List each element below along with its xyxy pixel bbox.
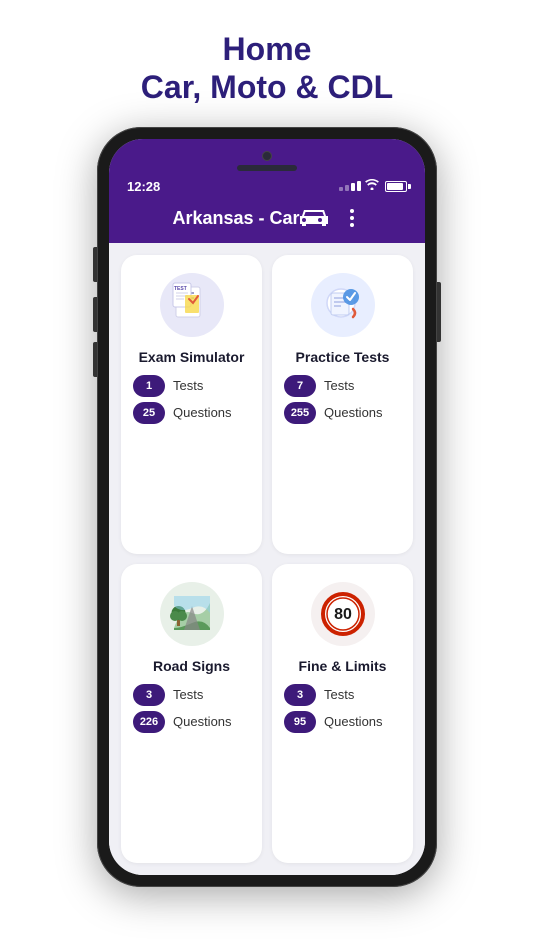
road-signs-icon-area <box>156 578 228 650</box>
page-title: Home Car, Moto & CDL <box>141 30 393 107</box>
fine-limits-stats: 3 Tests 95 Questions <box>284 684 401 733</box>
exam-simulator-questions-row: 25 Questions <box>133 402 250 424</box>
road-signs-tests-label: Tests <box>173 687 203 702</box>
road-signs-label: Road Signs <box>153 658 230 674</box>
road-signs-questions-label: Questions <box>173 714 232 729</box>
exam-simulator-label: Exam Simulator <box>139 349 245 365</box>
svg-text:TEST: TEST <box>174 286 187 292</box>
road-signs-card[interactable]: Road Signs 3 Tests 226 Questions <box>121 564 262 863</box>
practice-tests-icon <box>307 269 379 341</box>
practice-tests-tests-label: Tests <box>324 378 354 393</box>
practice-tests-questions-badge: 255 <box>284 402 316 424</box>
practice-tests-icon-area <box>307 269 379 341</box>
phone-frame: 12:28 <box>97 127 437 887</box>
app-content-grid: TEST Exam Simulator 1 Tests 2 <box>109 243 425 875</box>
exam-simulator-tests-badge: 1 <box>133 375 165 397</box>
fine-limits-tests-label: Tests <box>324 687 354 702</box>
phone-screen: 12:28 <box>109 139 425 875</box>
practice-tests-tests-badge: 7 <box>284 375 316 397</box>
exam-simulator-tests-row: 1 Tests <box>133 375 250 397</box>
exam-simulator-card[interactable]: TEST Exam Simulator 1 Tests 2 <box>121 255 262 554</box>
front-camera <box>262 151 272 161</box>
road-signs-questions-row: 226 Questions <box>133 711 250 733</box>
exam-simulator-icon: TEST <box>156 269 228 341</box>
status-header-area: 12:28 <box>109 139 425 243</box>
fine-limits-tests-badge: 3 <box>284 684 316 706</box>
exam-simulator-questions-badge: 25 <box>133 402 165 424</box>
status-icons <box>339 179 407 193</box>
status-bar: 12:28 <box>109 177 425 200</box>
practice-tests-questions-label: Questions <box>324 405 383 420</box>
fine-limits-questions-label: Questions <box>324 714 383 729</box>
app-header-title: Arkansas - Car <box>172 208 299 229</box>
exam-simulator-tests-label: Tests <box>173 378 203 393</box>
svg-text:80: 80 <box>334 606 352 623</box>
road-signs-questions-badge: 226 <box>133 711 165 733</box>
exam-simulator-stats: 1 Tests 25 Questions <box>133 375 250 424</box>
speaker <box>237 165 297 171</box>
fine-limits-tests-row: 3 Tests <box>284 684 401 706</box>
app-header: Arkansas - Car <box>156 200 377 243</box>
header-icons <box>300 208 362 228</box>
car-icon[interactable] <box>300 208 328 228</box>
fine-limits-icon-area: 80 <box>307 578 379 650</box>
status-time: 12:28 <box>127 179 160 194</box>
exam-simulator-questions-label: Questions <box>173 405 232 420</box>
fine-limits-icon: 80 <box>307 578 379 650</box>
practice-tests-label: Practice Tests <box>296 349 390 365</box>
wifi-icon <box>365 179 379 193</box>
page-title-area: Home Car, Moto & CDL <box>141 30 393 107</box>
fine-limits-questions-row: 95 Questions <box>284 711 401 733</box>
fine-limits-card[interactable]: 80 Fine & Limits 3 Tests 95 Questions <box>272 564 413 863</box>
road-signs-tests-badge: 3 <box>133 684 165 706</box>
road-signs-stats: 3 Tests 226 Questions <box>133 684 250 733</box>
road-signs-tests-row: 3 Tests <box>133 684 250 706</box>
more-options-icon[interactable] <box>342 208 362 228</box>
practice-tests-tests-row: 7 Tests <box>284 375 401 397</box>
fine-limits-label: Fine & Limits <box>299 658 387 674</box>
battery-icon <box>385 181 407 192</box>
practice-tests-stats: 7 Tests 255 Questions <box>284 375 401 424</box>
exam-simulator-icon-area: TEST <box>156 269 228 341</box>
road-signs-icon <box>156 578 228 650</box>
practice-tests-questions-row: 255 Questions <box>284 402 401 424</box>
fine-limits-questions-badge: 95 <box>284 711 316 733</box>
signal-icon <box>339 181 361 191</box>
practice-tests-card[interactable]: Practice Tests 7 Tests 255 Questions <box>272 255 413 554</box>
